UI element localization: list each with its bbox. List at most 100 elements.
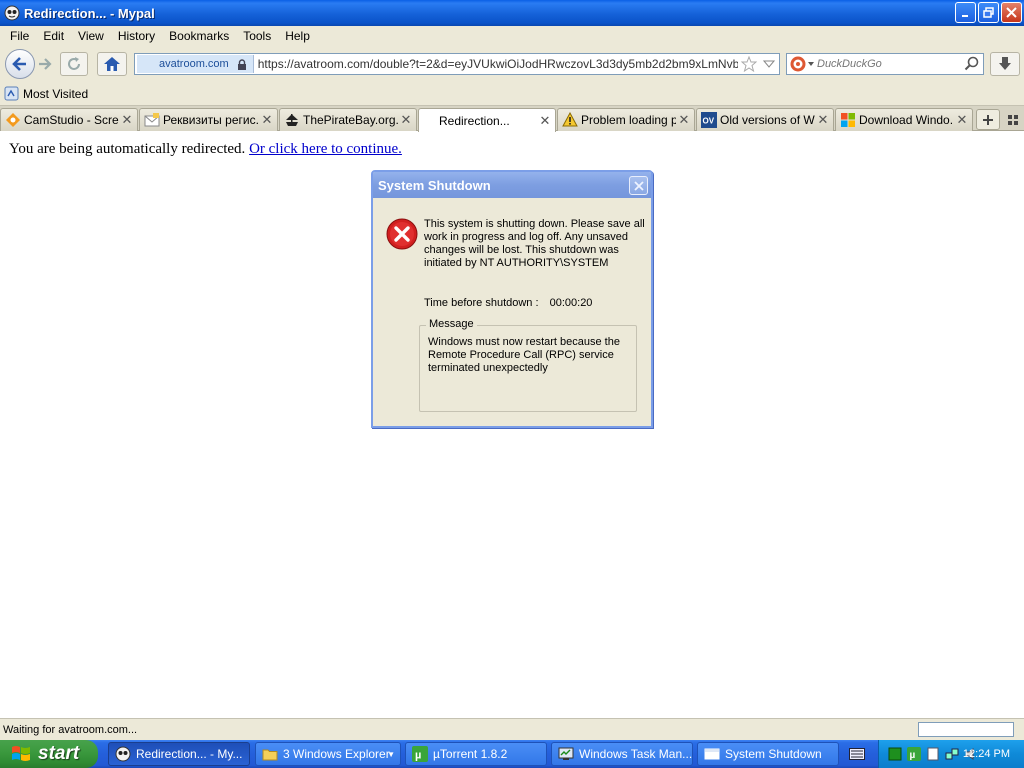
menu-tools[interactable]: Tools (236, 29, 278, 43)
forward-arrow-icon (39, 58, 52, 70)
search-input[interactable] (817, 58, 957, 70)
tab-close-icon[interactable]: ✕ (398, 112, 414, 128)
grid-icon (1008, 115, 1018, 125)
system-shutdown-dialog: System Shutdown This system is shutting … (371, 170, 653, 428)
windows-flag-icon (12, 746, 30, 761)
continue-link[interactable]: Or click here to continue. (249, 141, 402, 157)
status-text: Waiting for avatroom.com... (3, 723, 138, 736)
task-label: Redirection... - My... (136, 747, 243, 761)
envelope-icon (144, 112, 160, 128)
mypal-app-icon[interactable] (4, 5, 20, 21)
tab-requisites[interactable]: Реквизиты регис... ✕ (139, 108, 278, 131)
navigation-toolbar: avatroom.com https://avatroom.com/double… (0, 46, 1024, 82)
site-identity-button[interactable]: avatroom.com (137, 55, 254, 73)
search-bar[interactable] (786, 53, 984, 75)
tab-redirection[interactable]: Redirection... ✕ (418, 108, 556, 132)
pirate-ship-icon (284, 112, 300, 128)
dialog-titlebar[interactable]: System Shutdown (373, 172, 651, 198)
svg-text:µ: µ (910, 750, 916, 761)
menu-help[interactable]: Help (278, 29, 317, 43)
warning-icon (562, 112, 578, 128)
reload-button[interactable] (60, 52, 88, 76)
download-arrow-icon (999, 57, 1011, 70)
bookmark-most-visited-label: Most Visited (23, 86, 89, 101)
url-bar[interactable]: avatroom.com https://avatroom.com/double… (134, 53, 780, 75)
tab-close-icon[interactable]: ✕ (954, 112, 970, 128)
tab-label: Old versions of W... (720, 113, 815, 127)
tab-close-icon[interactable]: ✕ (537, 113, 553, 129)
keyboard-language-icon[interactable] (848, 746, 866, 762)
tab-strip: CamStudio - Scre... ✕ Реквизиты регис...… (0, 106, 1024, 132)
shutdown-timer: Time before shutdown : 00:00:20 (424, 297, 592, 309)
url-text[interactable]: https://avatroom.com/double?t=2&d=eyJVUk… (254, 57, 738, 71)
restore-button[interactable] (978, 2, 999, 23)
tray-green-icon[interactable] (887, 746, 903, 762)
system-tray: µ 12:24 PM (878, 740, 1024, 768)
back-button[interactable] (5, 49, 35, 79)
close-icon (1006, 7, 1017, 18)
redirect-message: You are being automatically redirected. … (9, 141, 402, 158)
tab-close-icon[interactable]: ✕ (815, 112, 831, 128)
utorrent-icon: µ (412, 746, 428, 762)
dialog-title: System Shutdown (378, 177, 491, 193)
menu-edit[interactable]: Edit (36, 29, 71, 43)
search-magnifier-icon[interactable] (964, 56, 979, 74)
tab-old-versions[interactable]: OV Old versions of W... ✕ (696, 108, 834, 131)
tab-problem-loading[interactable]: Problem loading p... ✕ (557, 108, 695, 131)
menu-view[interactable]: View (71, 29, 111, 43)
menu-history[interactable]: History (111, 29, 162, 43)
tray-network-icon[interactable] (944, 746, 960, 762)
status-progress-bar (918, 722, 1014, 737)
shutdown-timer-value: 00:00:20 (549, 297, 593, 309)
close-window-button[interactable] (1001, 2, 1022, 23)
bookmark-most-visited[interactable]: Most Visited (4, 86, 88, 101)
svg-text:µ: µ (415, 750, 421, 762)
task-label: System Shutdown (725, 747, 822, 761)
taskbar-button-system-shutdown[interactable]: System Shutdown (697, 742, 839, 766)
tab-close-icon[interactable]: ✕ (259, 112, 275, 128)
windows-logo-icon (840, 112, 856, 128)
tab-close-icon[interactable]: ✕ (676, 112, 692, 128)
folder-icon (262, 746, 278, 762)
downloads-button[interactable] (990, 52, 1020, 76)
taskbar-clock[interactable]: 12:24 PM (963, 748, 1010, 760)
task-label: 3 Windows Explorer (283, 747, 390, 761)
padlock-icon (237, 58, 246, 70)
window-titlebar[interactable]: Redirection... - Mypal (0, 0, 1024, 26)
tab-label: Problem loading p... (581, 113, 676, 127)
restore-icon (983, 7, 994, 18)
tray-document-icon[interactable] (925, 746, 941, 762)
menu-bookmarks[interactable]: Bookmarks (162, 29, 236, 43)
tab-close-icon[interactable]: ✕ (119, 112, 135, 128)
tab-download-windows[interactable]: Download Windo... ✕ (835, 108, 973, 131)
taskbar-group-windows-explorer[interactable]: 3 Windows Explorer ▼ (255, 742, 401, 766)
shutdown-message: This system is shutting down. Please sav… (424, 218, 645, 269)
bookmarks-toolbar: Most Visited (0, 82, 1024, 106)
dialog-close-button[interactable] (629, 176, 648, 195)
back-arrow-icon (12, 57, 26, 71)
search-engine-selector[interactable] (787, 54, 817, 74)
tab-thepiratebay[interactable]: ThePirateBay.org... ✕ (279, 108, 417, 131)
url-history-dropdown-icon[interactable] (762, 57, 776, 74)
menu-file[interactable]: File (3, 29, 36, 43)
taskbar-button-utorrent[interactable]: µ µTorrent 1.8.2 (405, 742, 547, 766)
taskbar-button-mypal[interactable]: Redirection... - My... (108, 742, 250, 766)
forward-button[interactable] (35, 54, 55, 74)
ov-logo-icon: OV (701, 112, 717, 128)
mypal-icon (115, 746, 131, 762)
list-all-tabs-button[interactable] (1005, 112, 1021, 128)
home-button[interactable] (97, 52, 127, 76)
task-label: Windows Task Man... (579, 747, 692, 761)
bookmark-star-icon[interactable] (740, 55, 758, 75)
start-button[interactable]: start (0, 740, 98, 768)
reload-icon (68, 57, 80, 70)
tray-utorrent-icon[interactable]: µ (906, 746, 922, 762)
chevron-down-icon: ▼ (387, 749, 395, 759)
tab-label: CamStudio - Scre... (24, 113, 119, 127)
minimize-button[interactable] (955, 2, 976, 23)
message-group-label: Message (426, 318, 477, 330)
new-tab-button[interactable] (976, 109, 1000, 130)
tab-camstudio[interactable]: CamStudio - Scre... ✕ (0, 108, 138, 131)
minimize-icon (961, 14, 968, 17)
taskbar-button-task-manager[interactable]: Windows Task Man... (551, 742, 693, 766)
